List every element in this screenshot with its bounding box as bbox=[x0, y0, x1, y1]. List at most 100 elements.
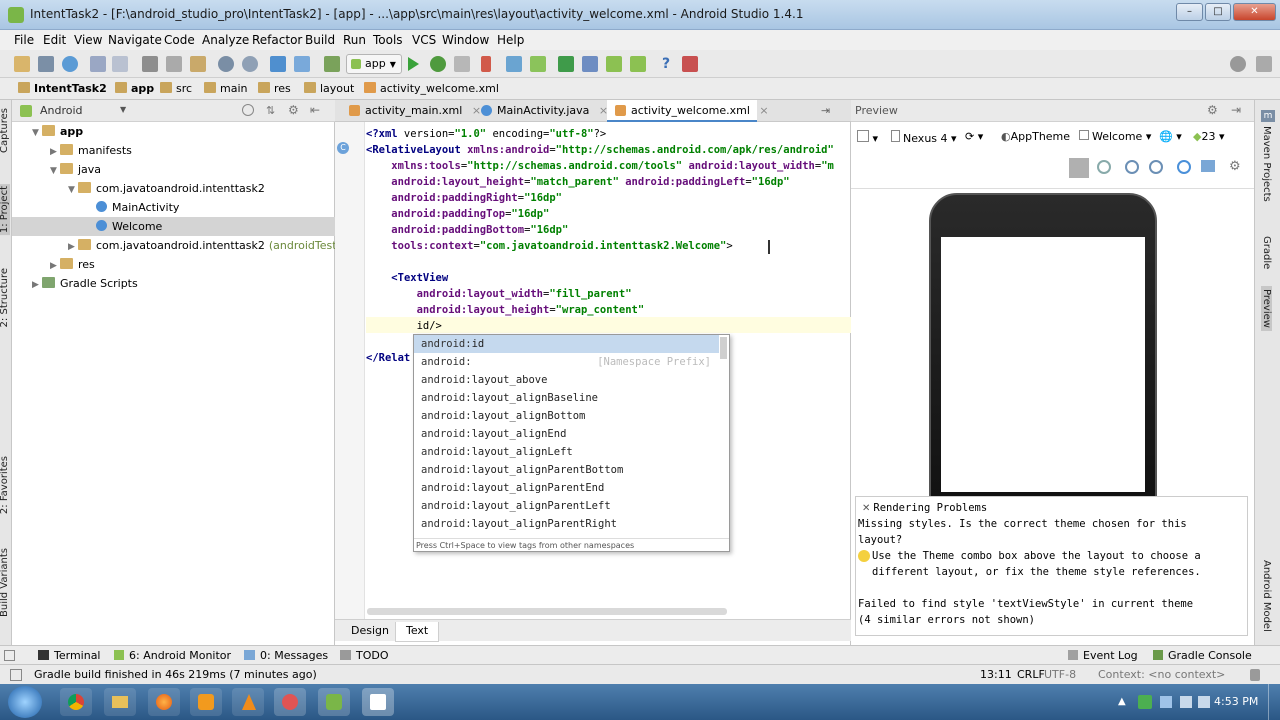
structure-tool-tab[interactable]: 2: Structure bbox=[0, 268, 10, 327]
search-everywhere-icon[interactable] bbox=[1230, 56, 1246, 72]
autocomplete-item[interactable]: android:layout_alignParentRight bbox=[414, 515, 719, 533]
replace-icon[interactable] bbox=[242, 56, 258, 72]
redo-icon[interactable] bbox=[112, 56, 128, 72]
captures-tool-tab[interactable]: Captures bbox=[0, 108, 10, 153]
tabs-menu-icon[interactable]: ⇥ bbox=[821, 104, 830, 117]
find-icon[interactable] bbox=[218, 56, 234, 72]
context-label[interactable]: Context: <no context> bbox=[1098, 668, 1225, 681]
run-config-select[interactable]: app ▼ bbox=[346, 54, 402, 74]
copy-icon[interactable] bbox=[166, 56, 182, 72]
device-monitor-icon[interactable] bbox=[582, 56, 598, 72]
toolbar-more-icon[interactable] bbox=[1256, 56, 1272, 72]
menu-file[interactable]: File bbox=[14, 33, 34, 47]
orientation-select[interactable]: Nexus 4 ▾ bbox=[891, 130, 957, 145]
preview-tool-tab[interactable]: Preview bbox=[1261, 286, 1272, 331]
vlc-taskbar-icon[interactable] bbox=[232, 688, 264, 716]
autocomplete-item[interactable]: android:layout_alignParentEnd bbox=[414, 479, 719, 497]
toggle-tool-windows-icon[interactable] bbox=[4, 650, 15, 661]
rotate-select[interactable]: ⟳ ▾ bbox=[965, 130, 983, 143]
breadcrumb-item[interactable]: src bbox=[160, 82, 192, 95]
network-icon[interactable] bbox=[1180, 696, 1192, 708]
android-monitor-tool-button[interactable]: 6: Android Monitor bbox=[114, 649, 231, 662]
refresh-icon[interactable] bbox=[1177, 160, 1191, 174]
gradle-console-tool-button[interactable]: Gradle Console bbox=[1153, 649, 1252, 662]
project-tree-item[interactable]: ▼ app bbox=[12, 122, 335, 141]
menu-build[interactable]: Build bbox=[305, 33, 335, 47]
media-player-taskbar-icon[interactable] bbox=[190, 688, 222, 716]
project-tree-item[interactable]: ▶ Gradle Scripts bbox=[12, 274, 335, 293]
tab-activity-main[interactable]: activity_main.xml × bbox=[341, 100, 481, 122]
gradle-sync-icon[interactable] bbox=[558, 56, 574, 72]
theme-select[interactable]: ◐AppTheme bbox=[1001, 130, 1070, 143]
project-tree-item[interactable]: ▶ com.javatoandroid.intenttask2 (androidTe… bbox=[12, 236, 341, 255]
help-icon[interactable]: ? bbox=[658, 56, 674, 72]
autocomplete-item[interactable]: android:layout_alignEnd bbox=[414, 425, 719, 443]
avd-manager-icon[interactable] bbox=[506, 56, 522, 72]
android-device-icon[interactable] bbox=[606, 56, 622, 72]
collapse-icon[interactable]: ⇅ bbox=[266, 104, 275, 117]
lock-icon[interactable] bbox=[1250, 669, 1260, 681]
tab-text[interactable]: Text bbox=[395, 622, 440, 642]
autocomplete-item[interactable]: android:layout_alignBaseline bbox=[414, 389, 719, 407]
menu-refactor[interactable]: Refactor bbox=[252, 33, 302, 47]
menu-analyze[interactable]: Analyze bbox=[202, 33, 249, 47]
gradle-tool-tab[interactable]: Gradle bbox=[1261, 236, 1272, 269]
tab-activity-welcome[interactable]: activity_welcome.xml × bbox=[607, 100, 769, 122]
caret-position[interactable]: 13:11 bbox=[980, 668, 1012, 681]
attach-debugger-icon[interactable] bbox=[454, 56, 470, 72]
save-icon[interactable] bbox=[38, 56, 54, 72]
breadcrumb-item[interactable]: IntentTask2 bbox=[18, 82, 107, 95]
autocomplete-item[interactable]: android:id bbox=[414, 335, 719, 353]
screenshot-icon[interactable] bbox=[1201, 160, 1215, 172]
app-taskbar-icon[interactable] bbox=[362, 688, 394, 716]
menu-help[interactable]: Help bbox=[497, 33, 524, 47]
chevron-down-icon[interactable]: ▼ bbox=[120, 105, 126, 114]
minimize-button[interactable]: – bbox=[1176, 3, 1203, 21]
menu-navigate[interactable]: Navigate bbox=[108, 33, 162, 47]
clock[interactable]: 4:53 PM bbox=[1214, 695, 1258, 708]
status-toggle-icon[interactable] bbox=[10, 669, 22, 681]
terminal-tool-button[interactable]: Terminal bbox=[38, 649, 101, 662]
debug-icon[interactable] bbox=[430, 56, 446, 72]
autocomplete-scrollbar[interactable] bbox=[720, 337, 727, 359]
render-mode-select[interactable]: ▾ bbox=[857, 130, 878, 145]
autocomplete-item[interactable]: android:layout_above bbox=[414, 371, 719, 389]
start-button[interactable] bbox=[8, 686, 42, 718]
make-project-icon[interactable] bbox=[324, 56, 340, 72]
maven-projects-tool-tab[interactable]: Maven Projects bbox=[1261, 126, 1272, 202]
cut-icon[interactable] bbox=[142, 56, 158, 72]
undo-icon[interactable] bbox=[90, 56, 106, 72]
gear-icon[interactable]: ⚙ bbox=[1229, 159, 1241, 174]
file-encoding[interactable]: UTF-8 bbox=[1044, 668, 1076, 681]
project-view-select[interactable]: Android bbox=[40, 104, 83, 117]
breadcrumb-item[interactable]: activity_welcome.xml bbox=[364, 82, 499, 95]
chevron-right-icon[interactable]: ▶ bbox=[32, 276, 42, 295]
project-tree-item[interactable]: ▼ com.javatoandroid.intenttask2 bbox=[12, 179, 335, 198]
run-icon[interactable] bbox=[408, 57, 419, 71]
gear-icon[interactable]: ⚙ bbox=[1207, 103, 1218, 117]
close-button[interactable]: ✕ bbox=[1233, 3, 1276, 21]
tray-app-icon[interactable] bbox=[1138, 695, 1152, 709]
tab-design[interactable]: Design bbox=[341, 622, 399, 642]
autocomplete-item[interactable]: android:layout_alignParentLeft bbox=[414, 497, 719, 515]
project-tree-item[interactable]: ▼ java bbox=[12, 160, 335, 179]
explorer-taskbar-icon[interactable] bbox=[104, 688, 136, 716]
messages-tool-button[interactable]: 0: Messages bbox=[244, 649, 328, 662]
back-icon[interactable] bbox=[270, 56, 286, 72]
forward-icon[interactable] bbox=[294, 56, 310, 72]
autocomplete-item[interactable]: android:layout_alignParentBottom bbox=[414, 461, 719, 479]
breadcrumb-item[interactable]: layout bbox=[304, 82, 354, 95]
zoom-fit-icon[interactable] bbox=[1069, 158, 1089, 178]
show-desktop-button[interactable] bbox=[1268, 684, 1280, 720]
autocomplete-item[interactable]: android: [Namespace Prefix] bbox=[414, 353, 719, 371]
firefox-taskbar-icon[interactable] bbox=[148, 688, 180, 716]
project-tree-item[interactable]: ▶ manifests bbox=[12, 141, 335, 160]
project-tree-item[interactable]: MainActivity bbox=[12, 198, 335, 217]
sdk-manager-icon[interactable] bbox=[530, 56, 546, 72]
zoom-out-icon[interactable] bbox=[1149, 160, 1163, 174]
zoom-actual-icon[interactable] bbox=[1097, 160, 1111, 174]
favorites-tool-tab[interactable]: 2: Favorites bbox=[0, 456, 10, 514]
menu-code[interactable]: Code bbox=[164, 33, 195, 47]
open-icon[interactable] bbox=[14, 56, 30, 72]
line-separator[interactable]: CRLF bbox=[1017, 668, 1045, 681]
